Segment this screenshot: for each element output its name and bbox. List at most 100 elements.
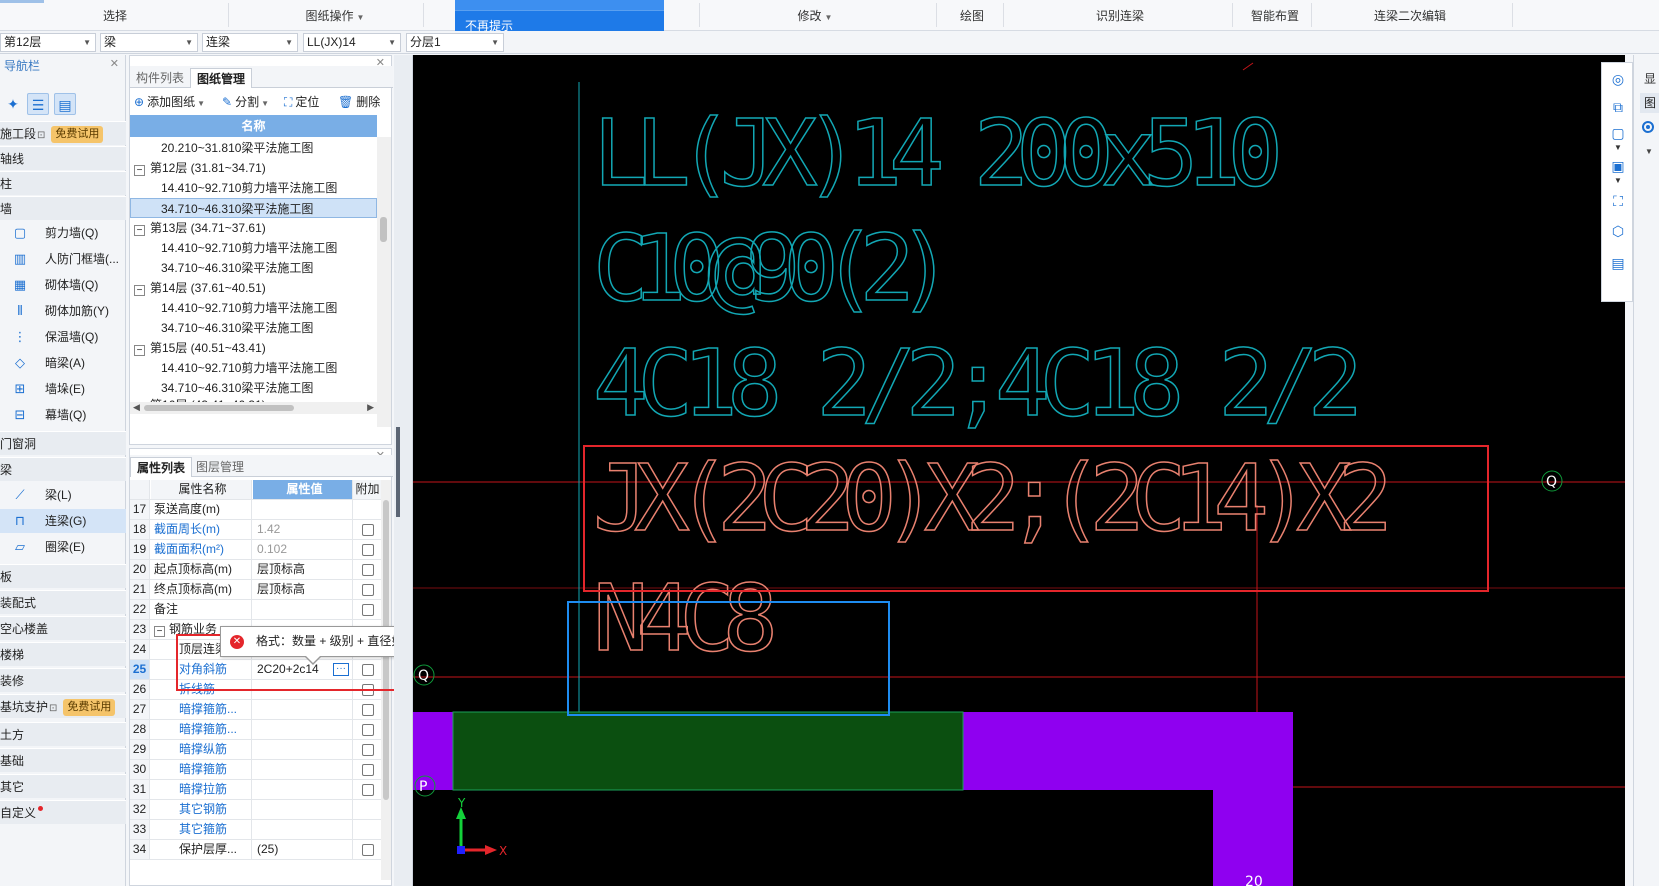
drawing-list-scrollbar[interactable]	[377, 137, 391, 427]
nav-cat-custom[interactable]: 自定义	[0, 800, 126, 824]
extra-checkbox[interactable]	[362, 544, 374, 556]
fit-view-icon[interactable]: ⛶	[1608, 191, 1628, 211]
cube-view-icon[interactable]: ▢	[1608, 123, 1628, 143]
table-row[interactable]: 32 其它钢筋	[130, 800, 382, 820]
row-value[interactable]	[253, 700, 353, 719]
list-item-floor[interactable]: − 第14层 (37.61~40.51)	[130, 278, 377, 298]
collapse-icon[interactable]: −	[134, 165, 145, 176]
list-item[interactable]: 20.210~31.810梁平法施工图	[130, 138, 377, 158]
table-row[interactable]: 22 备注	[130, 600, 382, 620]
extra-checkbox[interactable]	[362, 564, 374, 576]
ribbon-group-drawing-ops[interactable]: 图纸操作 ▼	[260, 6, 410, 26]
drawing-list-hscrollbar[interactable]: ◀ ▶	[130, 402, 377, 414]
table-row[interactable]: 18 截面周长(m) 1.42	[130, 520, 382, 540]
pin-icon[interactable]: ✦	[2, 93, 24, 115]
row-value[interactable]	[253, 600, 353, 619]
nav-cat-stair[interactable]: 楼梯	[0, 642, 126, 666]
view-settings-icon[interactable]: ▤	[1608, 253, 1628, 273]
table-row[interactable]: 19 截面面积(m²) 0.102	[130, 540, 382, 560]
list-item-floor[interactable]: − 第13层 (34.71~37.61)	[130, 218, 377, 238]
extra-checkbox[interactable]	[362, 524, 374, 536]
tab-property-list[interactable]: 属性列表	[130, 457, 193, 477]
ribbon-group-secondary-edit[interactable]: 连梁二次编辑	[1340, 6, 1480, 26]
table-row[interactable]: 34 保护层厚... (25)	[130, 840, 382, 860]
nav-item-masonry-rebar[interactable]: ⫴ 砌体加筋(Y)	[0, 299, 126, 323]
nav-cat-other[interactable]: 其它	[0, 774, 126, 798]
splitter-grip[interactable]	[396, 427, 400, 517]
nav-cat-prefab[interactable]: 装配式	[0, 590, 126, 614]
free-trial-badge[interactable]: 免费试用	[63, 699, 116, 717]
list-item[interactable]: 34.710~46.310梁平法施工图	[130, 258, 377, 278]
nav-cat-construction-segment[interactable]: 施工段⊡ 免费试用	[0, 121, 126, 145]
scroll-left-icon[interactable]: ◀	[133, 402, 140, 413]
row-value[interactable]: 层顶标高	[253, 560, 353, 579]
row-value[interactable]: 0.102	[253, 540, 353, 559]
nav-cat-axis[interactable]: 轴线	[0, 146, 126, 170]
table-row[interactable]: 29 暗撑纵筋	[130, 740, 382, 760]
extra-checkbox[interactable]	[362, 764, 374, 776]
orbit-icon[interactable]: ◎	[1608, 69, 1628, 89]
list-item[interactable]: 14.410~92.710剪力墙平法施工图	[130, 358, 377, 378]
row-value[interactable]	[253, 720, 353, 739]
list-item[interactable]: 34.710~46.310梁平法施工图	[130, 318, 377, 338]
list-item[interactable]: 34.710~46.310梁平法施工图	[130, 378, 377, 398]
row-value[interactable]	[253, 760, 353, 779]
extra-checkbox[interactable]	[362, 784, 374, 796]
nav-item-shear-wall[interactable]: ▢ 剪力墙(Q)	[0, 221, 126, 245]
table-row[interactable]: 30 暗撑箍筋	[130, 760, 382, 780]
layer-select[interactable]: 分层1 ▼	[406, 33, 504, 52]
nav-item-curtain-wall[interactable]: ⊟ 幕墙(Q)	[0, 403, 126, 427]
collapse-icon[interactable]: −	[134, 345, 145, 356]
table-row[interactable]: 28 暗撑箍筋...	[130, 720, 382, 740]
extra-checkbox[interactable]	[362, 704, 374, 716]
extra-checkbox[interactable]	[362, 744, 374, 756]
type-select[interactable]: 连梁 ▼	[202, 33, 298, 52]
split-button[interactable]: ✎ 分割 ▼	[222, 93, 269, 110]
ribbon-group-smart-layout[interactable]: 智能布置	[1235, 6, 1315, 26]
component-select[interactable]: LL(JX)14 ▼	[303, 33, 401, 52]
chevron-down-icon[interactable]: ▼	[1608, 176, 1628, 186]
row-value[interactable]	[253, 500, 353, 519]
nav-item-wall-pier[interactable]: ⊞ 墙垛(E)	[0, 377, 126, 401]
row-value[interactable]: 1.42	[253, 520, 353, 539]
nav-cat-wall[interactable]: 墙	[0, 196, 126, 220]
ribbon-group-identify[interactable]: 识别连梁	[1060, 6, 1180, 26]
scrollbar-thumb[interactable]	[380, 217, 387, 242]
scroll-right-icon[interactable]: ▶	[367, 402, 374, 413]
table-row[interactable]: 27 暗撑箍筋...	[130, 700, 382, 720]
ribbon-group-modify[interactable]: 修改 ▼	[760, 6, 870, 26]
table-row[interactable]: 33 其它箍筋	[130, 820, 382, 840]
nav-cat-beam[interactable]: 梁	[0, 457, 126, 481]
nav-item-ring-beam[interactable]: ▱ 圈梁(E)	[0, 535, 126, 559]
chevron-down-icon[interactable]: ▼	[1645, 147, 1653, 156]
free-trial-badge[interactable]: 免费试用	[51, 126, 104, 144]
list-item[interactable]: 14.410~92.710剪力墙平法施工图	[130, 238, 377, 258]
extra-checkbox[interactable]	[362, 584, 374, 596]
floor-select[interactable]: 第12层 ▼	[0, 33, 96, 52]
ribbon-group-draw[interactable]: 绘图	[944, 6, 1000, 26]
list-item-floor[interactable]: − 第15层 (40.51~43.41)	[130, 338, 377, 358]
close-icon[interactable]: ✕	[110, 57, 119, 70]
nav-item-coupling-beam[interactable]: ⊓ 连梁(G)	[0, 509, 126, 533]
list-item[interactable]: 14.410~92.710剪力墙平法施工图	[130, 298, 377, 318]
chevron-down-icon[interactable]: ▼	[1608, 143, 1628, 153]
table-row[interactable]: 17 泵送高度(m)	[130, 500, 382, 520]
nav-cat-earthwork[interactable]: 土方	[0, 722, 126, 746]
extra-checkbox[interactable]	[362, 604, 374, 616]
list-item[interactable]: 14.410~92.710剪力墙平法施工图	[130, 178, 377, 198]
detail-view-icon[interactable]: ▤	[54, 93, 76, 115]
nav-item-insulation-wall[interactable]: ⋮ 保温墙(Q)	[0, 325, 126, 349]
nav-item-masonry-wall[interactable]: ▦ 砌体墙(Q)	[0, 273, 126, 297]
nav-cat-door-window[interactable]: 门窗洞	[0, 431, 126, 455]
nav-cat-decoration[interactable]: 装修	[0, 668, 126, 692]
shaded-cube-icon[interactable]: ▣	[1608, 156, 1628, 176]
display-selected-tab[interactable]: 图	[1640, 93, 1659, 113]
list-item-floor[interactable]: − 第12层 (31.81~34.71)	[130, 158, 377, 178]
tab-drawing-management[interactable]: 图纸管理	[190, 68, 253, 88]
add-drawing-button[interactable]: ⊕ 添加图纸 ▼	[134, 93, 205, 110]
row-value[interactable]	[253, 740, 353, 759]
nav-cat-pit-support[interactable]: 基坑支护⊡ 免费试用	[0, 694, 126, 718]
list-view-icon[interactable]: ☰	[27, 93, 49, 115]
table-row[interactable]: 31 暗撑拉筋	[130, 780, 382, 800]
panel-splitter[interactable]	[394, 55, 413, 886]
